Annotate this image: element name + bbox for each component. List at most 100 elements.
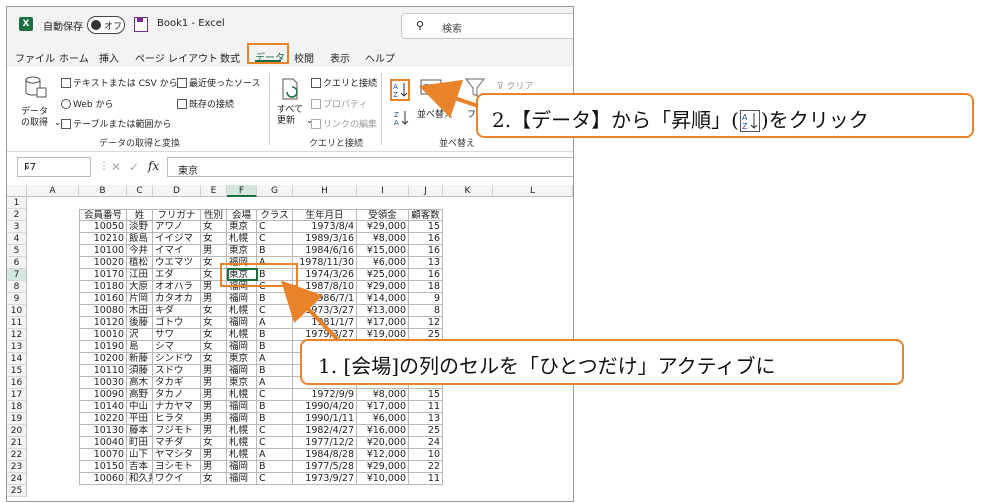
check-icon[interactable]: ✓: [129, 160, 139, 174]
table-cell[interactable]: 男: [201, 461, 227, 473]
column-header-b[interactable]: B: [79, 185, 127, 197]
table-cell[interactable]: 島: [127, 341, 153, 353]
table-cell[interactable]: A: [257, 449, 293, 461]
table-cell[interactable]: 1987/8/10: [293, 281, 357, 293]
table-cell[interactable]: C: [257, 221, 293, 233]
table-cell[interactable]: B: [257, 365, 293, 377]
table-cell[interactable]: ナカヤマ: [153, 401, 201, 413]
table-cell[interactable]: 10140: [79, 401, 127, 413]
table-cell[interactable]: 22: [409, 461, 443, 473]
table-cell[interactable]: 男: [201, 377, 227, 389]
table-cell[interactable]: 男: [201, 365, 227, 377]
table-cell[interactable]: 女: [201, 353, 227, 365]
row-header-14[interactable]: 14: [7, 353, 27, 365]
table-cell[interactable]: サワ: [153, 329, 201, 341]
table-cell[interactable]: C: [257, 473, 293, 485]
table-cell[interactable]: A: [257, 377, 293, 389]
table-cell[interactable]: 東京: [227, 245, 257, 257]
table-cell[interactable]: 10180: [79, 281, 127, 293]
table-cell[interactable]: 東京: [227, 377, 257, 389]
table-cell[interactable]: ¥8,000: [357, 389, 409, 401]
table-cell[interactable]: 女: [201, 305, 227, 317]
row-header-11[interactable]: 11: [7, 317, 27, 329]
table-cell[interactable]: 性別: [201, 209, 227, 221]
table-cell[interactable]: ¥14,000: [357, 293, 409, 305]
table-cell[interactable]: 吉本: [127, 461, 153, 473]
table-cell[interactable]: 1981/1/7: [293, 317, 357, 329]
properties-button[interactable]: プロパティ: [311, 97, 367, 110]
table-cell[interactable]: 10060: [79, 473, 127, 485]
table-cell[interactable]: 札幌: [227, 389, 257, 401]
table-cell[interactable]: 1990/1/11: [293, 413, 357, 425]
table-cell[interactable]: ¥16,000: [357, 425, 409, 437]
table-cell[interactable]: 藤本: [127, 425, 153, 437]
table-cell[interactable]: 1973/9/27: [293, 473, 357, 485]
table-cell[interactable]: 男: [201, 389, 227, 401]
table-cell[interactable]: C: [257, 305, 293, 317]
table-cell[interactable]: 江田: [127, 269, 153, 281]
table-cell[interactable]: A: [257, 353, 293, 365]
table-cell[interactable]: 10050: [79, 221, 127, 233]
table-cell[interactable]: 10200: [79, 353, 127, 365]
table-cell[interactable]: 女: [201, 329, 227, 341]
column-header-i[interactable]: I: [357, 185, 409, 197]
table-cell[interactable]: 24: [409, 437, 443, 449]
table-cell[interactable]: 10030: [79, 377, 127, 389]
table-cell[interactable]: B: [257, 341, 293, 353]
table-cell[interactable]: 後藤: [127, 317, 153, 329]
row-header-5[interactable]: 5: [7, 245, 27, 257]
table-cell[interactable]: 男: [201, 413, 227, 425]
table-cell[interactable]: 10170: [79, 269, 127, 281]
table-cell[interactable]: ゴトウ: [153, 317, 201, 329]
column-header-f[interactable]: F: [227, 185, 257, 197]
table-cell[interactable]: C: [257, 233, 293, 245]
table-cell[interactable]: 1974/3/26: [293, 269, 357, 281]
table-cell[interactable]: 16: [409, 233, 443, 245]
table-cell[interactable]: 18: [409, 281, 443, 293]
tab-review[interactable]: 校閲: [294, 50, 314, 65]
table-cell[interactable]: 福岡: [227, 461, 257, 473]
table-cell[interactable]: B: [257, 245, 293, 257]
autosave-toggle[interactable]: オフ: [87, 16, 125, 34]
table-cell[interactable]: C: [257, 425, 293, 437]
table-cell[interactable]: A: [257, 317, 293, 329]
table-cell[interactable]: 10210: [79, 233, 127, 245]
table-cell[interactable]: 1973/8/4: [293, 221, 357, 233]
table-cell[interactable]: ¥17,000: [357, 317, 409, 329]
table-cell[interactable]: タカノ: [153, 389, 201, 401]
table-cell[interactable]: 札幌: [227, 233, 257, 245]
table-cell[interactable]: 淡野: [127, 221, 153, 233]
table-cell[interactable]: 1977/5/28: [293, 461, 357, 473]
table-cell[interactable]: 10070: [79, 449, 127, 461]
cancel-icon[interactable]: ✕: [111, 160, 121, 174]
table-cell[interactable]: 女: [201, 473, 227, 485]
table-cell[interactable]: シマ: [153, 341, 201, 353]
insert-function-icon[interactable]: fx: [148, 159, 159, 173]
table-cell[interactable]: 姓: [127, 209, 153, 221]
table-cell[interactable]: 10150: [79, 461, 127, 473]
table-cell[interactable]: C: [257, 437, 293, 449]
row-header-2[interactable]: 2: [7, 209, 27, 221]
table-cell[interactable]: 1973/3/27: [293, 305, 357, 317]
table-cell[interactable]: ヨシモト: [153, 461, 201, 473]
row-header-6[interactable]: 6: [7, 257, 27, 269]
table-cell[interactable]: キダ: [153, 305, 201, 317]
table-cell[interactable]: 11: [409, 473, 443, 485]
tab-insert[interactable]: 挿入: [99, 50, 119, 65]
table-cell[interactable]: C: [257, 389, 293, 401]
tab-help[interactable]: ヘルプ: [365, 50, 395, 65]
table-cell[interactable]: タカギ: [153, 377, 201, 389]
table-cell[interactable]: 16: [409, 245, 443, 257]
column-header-h[interactable]: H: [293, 185, 357, 197]
table-cell[interactable]: ¥15,000: [357, 245, 409, 257]
column-header-l[interactable]: L: [493, 185, 573, 197]
sort-ascending-button[interactable]: AZ: [390, 79, 410, 101]
table-cell[interactable]: 男: [201, 245, 227, 257]
table-cell[interactable]: フリガナ: [153, 209, 201, 221]
row-header-22[interactable]: 22: [7, 449, 27, 461]
table-cell[interactable]: 新藤: [127, 353, 153, 365]
table-cell[interactable]: 10110: [79, 365, 127, 377]
table-cell[interactable]: 10100: [79, 245, 127, 257]
table-cell[interactable]: シンドウ: [153, 353, 201, 365]
tab-formulas[interactable]: 数式: [220, 50, 240, 65]
